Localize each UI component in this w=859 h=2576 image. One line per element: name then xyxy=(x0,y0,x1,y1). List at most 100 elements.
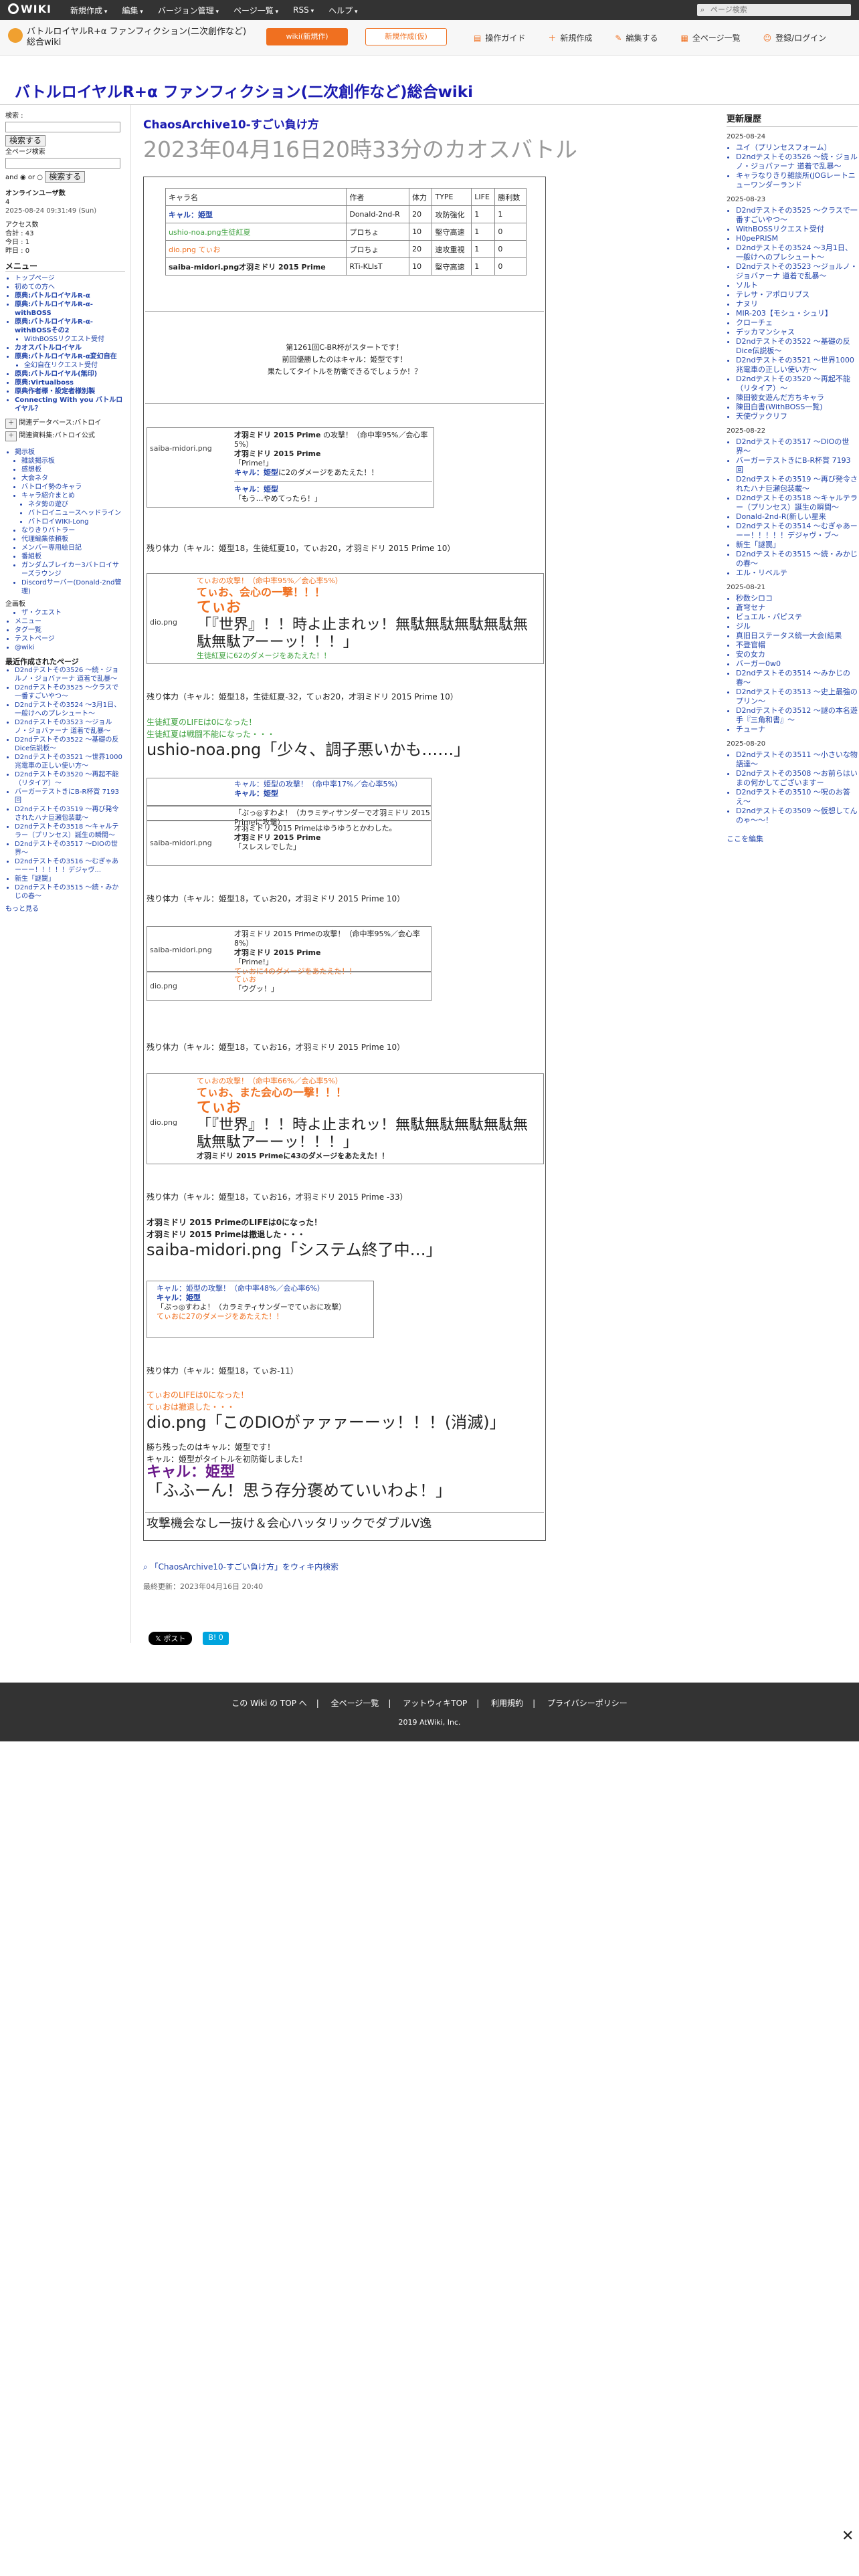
hatena-bookmark-button[interactable]: B! 0 xyxy=(203,1632,229,1645)
history-item[interactable]: D2ndテストその3521 〜世界1000兆電車の正しい使い方〜 xyxy=(736,356,858,374)
sub-menu-item[interactable]: ガンダムブレイカー3バトロイサーズラウンジ xyxy=(21,561,125,578)
recent-item[interactable]: D2ndテストその3519 〜再び発令されたハナ巨瀬包装載〜 xyxy=(15,805,125,823)
and-or-toggle[interactable]: and ◉ or ○ xyxy=(5,174,43,181)
history-item[interactable]: 陳田白書(WithBOSS一覧) xyxy=(736,403,858,412)
menu-edit[interactable]: 編集 xyxy=(122,5,142,16)
close-icon[interactable]: ✕ xyxy=(842,2528,854,2545)
edit-this-link[interactable]: ここを編集 xyxy=(727,835,858,844)
history-item[interactable]: H0pePRISM xyxy=(736,234,858,243)
sub-menu-item[interactable]: 番組板 xyxy=(21,552,125,561)
recent-item[interactable]: バーガーテストきにB-R杯賞 7193回 xyxy=(15,788,125,805)
footer-link[interactable]: この Wiki の TOP へ xyxy=(231,1699,307,1708)
wiki-name-link[interactable]: バトルロイヤルR+α ファンフィクション(二次創作など)総合wiki xyxy=(27,27,254,48)
menu-item[interactable]: 全幻自在リクエスト受付 xyxy=(24,361,125,370)
footer-link[interactable]: 全ページ一覧 xyxy=(331,1699,379,1708)
sub-menu-item[interactable]: メンバー専用絵日記 xyxy=(21,544,125,552)
menu-item[interactable]: Connecting With you バトルロイヤル？ xyxy=(15,396,125,413)
menu-item[interactable]: 原典:バトルロイヤルR-α-withBOSSその2 xyxy=(15,318,125,335)
footer-link[interactable]: アットウィキTOP xyxy=(403,1699,467,1708)
history-item[interactable]: エル・リベルテ xyxy=(736,568,858,578)
extra-item[interactable]: メニュー xyxy=(15,617,125,626)
wiki-new-button[interactable]: wiki(新規作) xyxy=(266,28,348,45)
recent-item[interactable]: D2ndテストその3524 〜3月1日、一般けへのプレシュート〜 xyxy=(15,701,125,718)
sub-menu-item[interactable]: ネタ勢の遊び xyxy=(28,500,125,509)
extra-item[interactable]: @wiki xyxy=(15,643,125,652)
menu-item[interactable]: トップページ xyxy=(15,274,125,283)
extra-item[interactable]: ザ・クエスト xyxy=(21,609,125,617)
history-item[interactable]: テレサ・アポロリブス xyxy=(736,290,858,300)
extra-item[interactable]: タグ一覧 xyxy=(15,626,125,635)
sub-menu-item[interactable]: 代理編集依頼板 xyxy=(21,535,125,544)
history-item[interactable]: 不登官帽 xyxy=(736,641,858,650)
sub-menu-item[interactable]: 大会ネタ xyxy=(21,474,125,483)
menu-item[interactable]: 原典:バトルロイヤル(無印) xyxy=(15,370,125,379)
recent-item[interactable]: D2ndテストその3517 〜DIOの世界〜 xyxy=(15,840,125,857)
menu-item[interactable]: 原典:バトルロイヤルR-α変幻自在 xyxy=(15,352,125,361)
history-item[interactable]: D2ndテストその3519 〜再び発令されたハナ巨瀬包装載〜 xyxy=(736,475,858,494)
sub-menu-item[interactable]: なりきりバトラー xyxy=(21,526,125,535)
history-item[interactable]: 秒数シロコ xyxy=(736,594,858,603)
related-search-link[interactable]: ⌕ 「ChaosArchive10-すごい負け方」をウィキ内検索 xyxy=(143,1561,339,1572)
menu-pages[interactable]: ページ一覧 xyxy=(233,5,278,16)
sidebar-search-input-2[interactable] xyxy=(5,158,120,169)
sidebar-search-button-2[interactable]: 検索する xyxy=(45,171,86,183)
recent-item[interactable]: D2ndテストその3516 〜むぎゃあーーー！！！！！デジャヴ... xyxy=(15,857,125,875)
history-item[interactable]: ジル xyxy=(736,622,858,631)
history-item[interactable]: ソルト xyxy=(736,281,858,290)
history-item[interactable]: ナヌリ xyxy=(736,300,858,309)
history-item[interactable]: D2ndテストその3511 〜小さいな物語達〜 xyxy=(736,750,858,769)
sub-menu-item[interactable]: バトロイニュースヘッドライン xyxy=(28,509,125,518)
guide-button[interactable]: ▤ 操作ガイド xyxy=(474,32,525,43)
history-item[interactable]: D2ndテストその3515 〜続・みかじの春〜 xyxy=(736,550,858,568)
history-item[interactable]: D2ndテストその3523 〜ジョルノ・ジョバァーナ 道着で乱暴〜 xyxy=(736,262,858,281)
toggle-docs[interactable]: ＋ 関連資料集:バトロイ公式 xyxy=(5,430,125,443)
history-item[interactable]: D2ndテストその3514 〜みかじの春〜 xyxy=(736,669,858,687)
history-item[interactable]: 陳田彼女遊んだ方ちキャラ xyxy=(736,393,858,403)
history-item[interactable]: 蒼穹セナ xyxy=(736,603,858,613)
history-item[interactable]: MIR-203【モシュ・シュリ】 xyxy=(736,309,858,318)
login-button[interactable]: ☺ 登録/ログイン xyxy=(763,32,827,43)
create-button[interactable]: ＋新規作成 xyxy=(548,32,592,43)
more-link[interactable]: もっと見る xyxy=(5,905,125,914)
sub-menu-item[interactable]: 感想板 xyxy=(21,465,125,474)
sidebar-search-input[interactable] xyxy=(5,122,120,132)
create-tmp-button[interactable]: 新規作成(仮) xyxy=(365,28,447,45)
history-item[interactable]: 真旧日ステータス統一大会(結果 xyxy=(736,631,858,641)
menu-item[interactable]: 原典作者様・設定者様別製 xyxy=(15,387,125,396)
history-item[interactable]: D2ndテストその3512 〜謎の本名遊手『三角和書』〜 xyxy=(736,706,858,725)
history-item[interactable]: 安の女カ xyxy=(736,650,858,659)
wiki-title[interactable]: バトルロイヤルR+α ファンフィクション(二次創作など)総合wiki xyxy=(15,79,473,102)
history-item[interactable]: D2ndテストその3513 〜史上最強のプリン〜 xyxy=(736,687,858,706)
x-post-button[interactable]: 𝕏 ポスト xyxy=(149,1632,193,1645)
history-item[interactable]: D2ndテストその3525 〜クラスで一番すごいやつ〜 xyxy=(736,206,858,225)
menu-item[interactable]: カオスバトルロイヤル xyxy=(15,344,125,352)
sub-menu-item[interactable]: 雑談掲示板 xyxy=(21,457,125,465)
recent-item[interactable]: D2ndテストその3525 〜クラスで一番すごいやつ〜 xyxy=(15,683,125,701)
recent-item[interactable]: 新生「謎罠」 xyxy=(15,875,125,883)
history-item[interactable]: クローチェ xyxy=(736,318,858,328)
atwiki-logo[interactable]: WIKI xyxy=(8,3,52,15)
sub-menu-item[interactable]: バトロイ勢のキャラ xyxy=(21,483,125,492)
footer-link[interactable]: プライバシーポリシー xyxy=(547,1699,628,1708)
menu-help[interactable]: ヘルプ xyxy=(328,5,357,16)
edit-button[interactable]: ✎ 編集する xyxy=(615,32,658,43)
history-item[interactable]: バーガーテストきにB-R杯賞 7193回 xyxy=(736,456,858,475)
history-item[interactable]: WithBOSSリクエスト受付 xyxy=(736,225,858,234)
recent-item[interactable]: D2ndテストその3523 〜ジョルノ・ジョバァーナ 道着で乱暴〜 xyxy=(15,718,125,736)
recent-item[interactable]: D2ndテストその3520 〜再起不能（リタイア）〜 xyxy=(15,770,125,788)
history-item[interactable]: ビュエル・パピステ xyxy=(736,613,858,622)
extra-item[interactable]: テストページ xyxy=(15,635,125,643)
history-item[interactable]: D2ndテストその3510 〜呪のお答え〜 xyxy=(736,788,858,807)
footer-link[interactable]: 利用規約 xyxy=(491,1699,523,1708)
menu-version[interactable]: バージョン管理 xyxy=(158,5,219,16)
history-item[interactable]: D2ndテストその3517 〜DIOの世界〜 xyxy=(736,437,858,456)
sub-menu-item[interactable]: バトロイWIKI-Long xyxy=(28,518,125,526)
menu-item[interactable]: 原典:Virtualboss xyxy=(15,379,125,387)
recent-item[interactable]: D2ndテストその3521 〜世界1000兆電車の正しい使い方〜 xyxy=(15,753,125,770)
history-item[interactable]: D2ndテストその3508 〜お前らはいまの何かしてございますー xyxy=(736,769,858,788)
history-item[interactable]: D2ndテストその3520 〜再起不能（リタイア）〜 xyxy=(736,374,858,393)
page-supertitle[interactable]: ChaosArchive10-すごい負け方 xyxy=(143,115,705,132)
menu-item[interactable]: 原典:バトルロイヤルR-α-withBOSS xyxy=(15,300,125,318)
menu-item[interactable]: WithBOSSリクエスト受付 xyxy=(24,335,125,344)
history-item[interactable]: キャラなりきり雑談所(JOGレートニューワンダーランド xyxy=(736,171,858,190)
